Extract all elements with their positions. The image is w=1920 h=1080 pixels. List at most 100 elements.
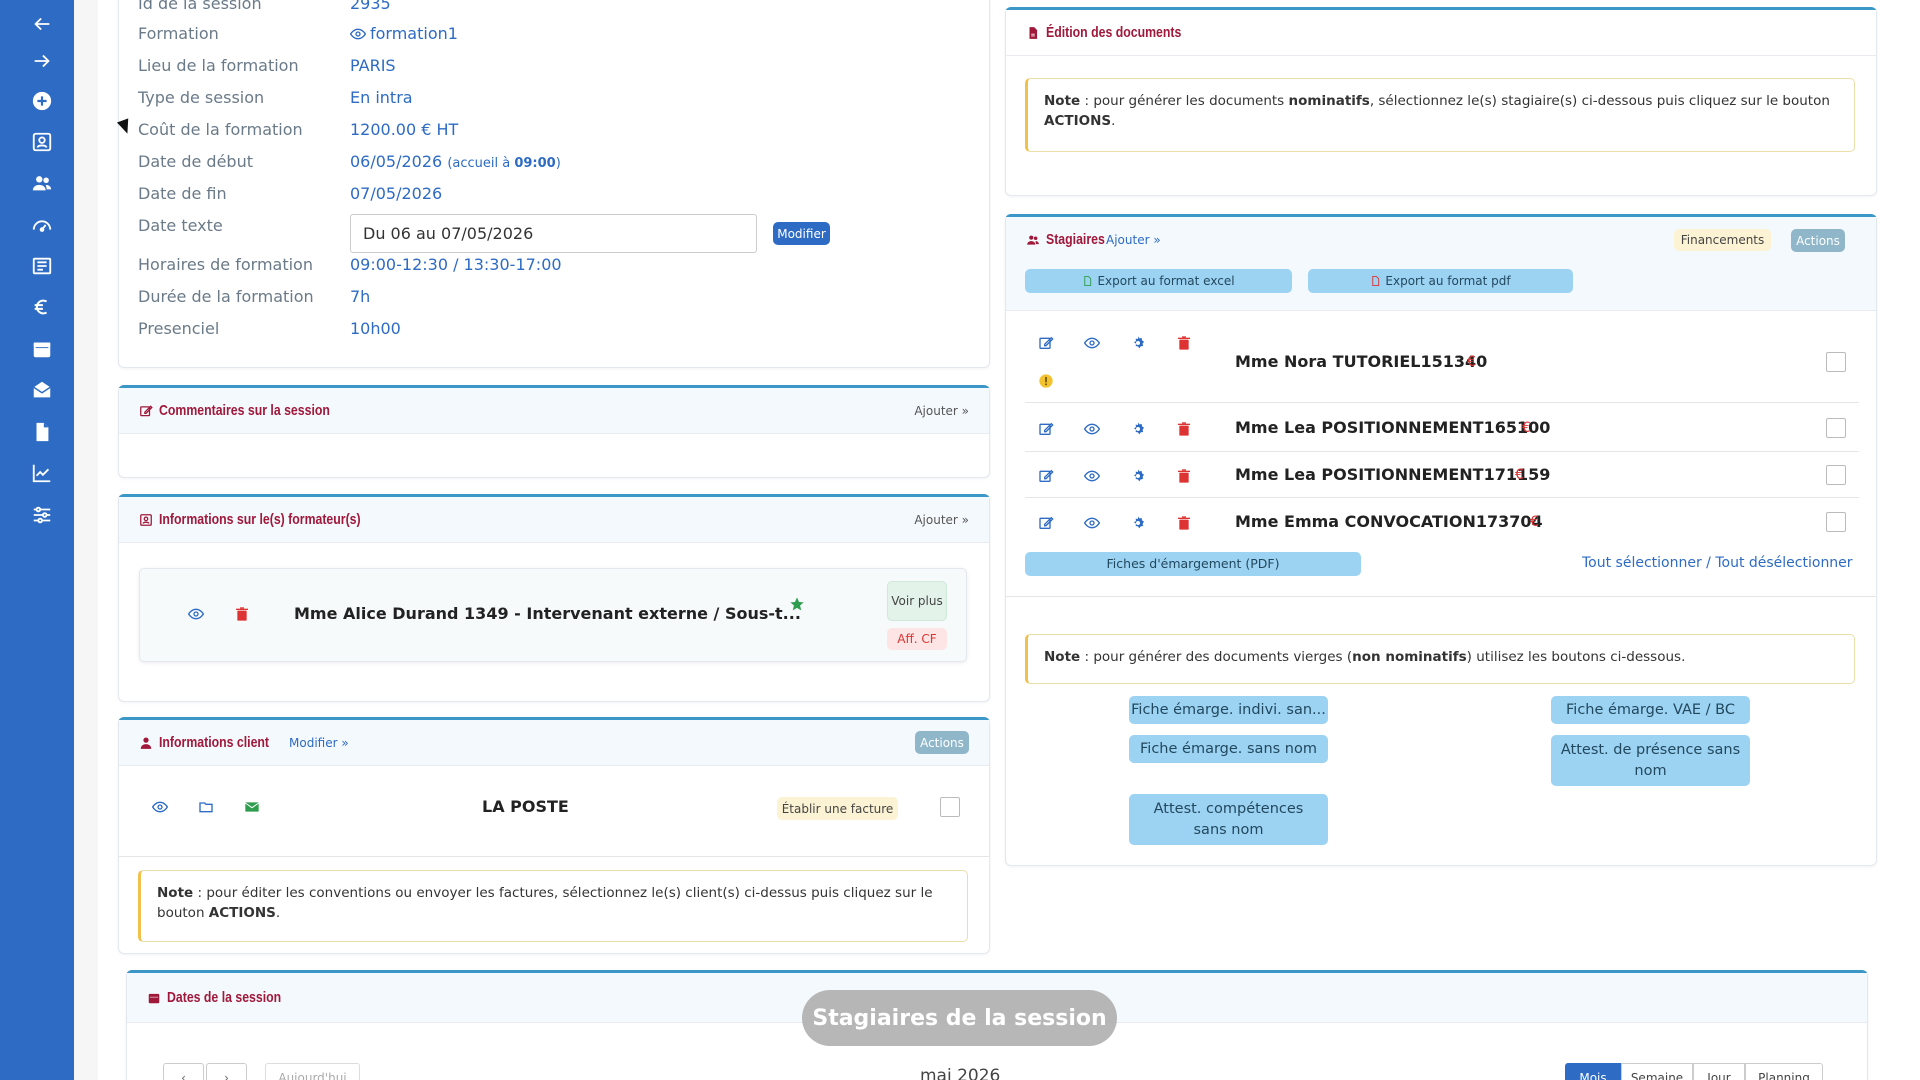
- date-text-input[interactable]: Du 06 au 07/05/2026: [350, 214, 757, 253]
- aff-cf-button[interactable]: Aff. CF: [887, 628, 947, 650]
- prev-month-button[interactable]: ‹: [163, 1063, 204, 1080]
- session-type-value: En intra: [350, 88, 413, 107]
- settings-gear-icon[interactable]: [1129, 514, 1147, 532]
- documents-title: Édition des documents: [1046, 24, 1182, 41]
- settings-gear-icon[interactable]: [1129, 467, 1147, 485]
- trainee-currency: €: [1530, 514, 1539, 530]
- export-excel-button[interactable]: Export au format excel: [1025, 269, 1292, 293]
- documents-note-t1: : pour générer les documents: [1080, 93, 1289, 109]
- dashboard-icon[interactable]: [27, 210, 57, 240]
- next-month-button[interactable]: ›: [206, 1063, 247, 1080]
- envelope-icon[interactable]: [243, 798, 261, 816]
- arrow-left-icon[interactable]: [27, 9, 57, 39]
- calendar-month-label: mai 2026: [920, 1066, 1001, 1080]
- blank-vae-sheet-button[interactable]: Fiche émarge. VAE / BC: [1551, 696, 1750, 724]
- view-trainee-eye-icon[interactable]: [1083, 334, 1101, 352]
- delete-trainee-trash-icon[interactable]: [1175, 334, 1193, 352]
- client-checkbox[interactable]: [940, 797, 960, 817]
- trainee-name: Mme Emma CONVOCATION173704: [1235, 512, 1543, 531]
- chevron-right-icon: ›: [224, 1071, 229, 1080]
- modify-date-text-button[interactable]: Modifier: [773, 222, 830, 245]
- edit-trainee-icon[interactable]: [1037, 514, 1055, 532]
- row-divider: [1025, 497, 1859, 498]
- view-trainer-eye-icon[interactable]: [187, 605, 205, 623]
- client-actions-button[interactable]: Actions: [915, 731, 969, 754]
- dates-title: Dates de la session: [167, 989, 282, 1006]
- attendance-sheets-button[interactable]: Fiches d'émargement (PDF): [1025, 552, 1361, 576]
- comments-panel: Commentaires sur la session Ajouter »: [118, 385, 990, 478]
- today-button[interactable]: Aujourd'hui: [265, 1063, 360, 1080]
- file-icon[interactable]: [27, 417, 57, 447]
- sliders-icon[interactable]: [27, 500, 57, 530]
- trainee-checkbox[interactable]: [1826, 465, 1846, 485]
- excel-file-icon: [1082, 275, 1093, 287]
- star-icon[interactable]: [786, 593, 808, 615]
- blank-skills-attest-button[interactable]: Attest. compétences sans nom: [1129, 794, 1328, 845]
- delete-trainee-trash-icon[interactable]: [1175, 467, 1193, 485]
- chart-line-icon[interactable]: [27, 458, 57, 488]
- trainee-checkbox[interactable]: [1826, 512, 1846, 532]
- blank-sheet-no-name-button[interactable]: Fiche émarge. sans nom: [1129, 735, 1328, 763]
- trainees-actions-button[interactable]: Actions: [1791, 229, 1845, 252]
- contact-card-icon[interactable]: [27, 127, 57, 157]
- view-month-button[interactable]: Mois: [1565, 1063, 1621, 1080]
- blank-individual-sheet-button[interactable]: Fiche émarge. indivi. san...: [1129, 696, 1328, 724]
- settings-gear-icon[interactable]: [1129, 334, 1147, 352]
- end-date-value: 07/05/2026: [350, 184, 443, 203]
- see-more-button[interactable]: Voir plus: [887, 581, 947, 621]
- formation-link[interactable]: formation1: [350, 24, 458, 43]
- location-value: PARIS: [350, 56, 396, 75]
- trainee-currency: €: [1515, 467, 1524, 483]
- chevron-left-icon: ‹: [181, 1071, 186, 1080]
- edit-trainee-icon[interactable]: [1037, 420, 1055, 438]
- folder-icon[interactable]: [197, 798, 215, 816]
- view-trainee-eye-icon[interactable]: [1083, 420, 1101, 438]
- end-date-label: Date de fin: [138, 184, 227, 203]
- users-icon[interactable]: [27, 168, 57, 198]
- view-day-button[interactable]: Jour: [1693, 1063, 1745, 1080]
- blank-docs-note-b1: non nominatifs: [1352, 649, 1467, 665]
- settings-gear-icon[interactable]: [1129, 420, 1147, 438]
- trainees-title: Stagiaires: [1046, 231, 1105, 248]
- delete-trainee-trash-icon[interactable]: [1175, 420, 1193, 438]
- documents-note-t2: , sélectionnez le(s) stagiaire(s) ci-des…: [1369, 93, 1830, 109]
- view-trainee-eye-icon[interactable]: [1083, 467, 1101, 485]
- edit-icon: [139, 404, 153, 418]
- select-all-link[interactable]: Tout sélectionner / Tout désélectionner: [1582, 555, 1853, 571]
- trainers-header: Informations sur le(s) formateur(s) Ajou…: [119, 497, 989, 543]
- delete-trainer-trash-icon[interactable]: [233, 605, 251, 623]
- trainee-checkbox[interactable]: [1826, 418, 1846, 438]
- edit-trainee-icon[interactable]: [1037, 467, 1055, 485]
- client-note: Note : pour éditer les conventions ou en…: [138, 870, 968, 942]
- eye-icon: [350, 26, 366, 42]
- trainee-name: Mme Lea POSITIONNEMENT171159: [1235, 465, 1551, 484]
- add-comment-link[interactable]: Ajouter »: [914, 404, 969, 418]
- view-planning-button[interactable]: Planning: [1745, 1063, 1823, 1080]
- view-client-eye-icon[interactable]: [151, 798, 169, 816]
- create-invoice-button[interactable]: Établir une facture: [777, 797, 898, 820]
- catalog-icon[interactable]: [27, 251, 57, 281]
- blank-presence-attest-button[interactable]: Attest. de présence sans nom: [1551, 735, 1750, 786]
- delete-trainee-trash-icon[interactable]: [1175, 514, 1193, 532]
- add-trainee-link[interactable]: Ajouter »: [1106, 233, 1161, 247]
- export-pdf-button[interactable]: Export au format pdf: [1308, 269, 1573, 293]
- documents-note: Note : pour générer les documents nomina…: [1025, 78, 1855, 152]
- welcome-time: 09:00: [514, 156, 556, 171]
- client-title: Informations client: [159, 734, 270, 751]
- modify-client-link[interactable]: Modifier »: [289, 736, 349, 750]
- trainee-checkbox[interactable]: [1826, 352, 1846, 372]
- financements-button[interactable]: Financements: [1674, 229, 1771, 251]
- export-pdf-label: Export au format pdf: [1385, 273, 1511, 288]
- euro-icon[interactable]: [27, 292, 57, 322]
- add-trainer-link[interactable]: Ajouter »: [914, 513, 969, 527]
- formation-value: formation1: [370, 24, 458, 43]
- edit-trainee-icon[interactable]: [1037, 334, 1055, 352]
- calendar-icon[interactable]: [27, 334, 57, 364]
- arrow-right-icon[interactable]: [27, 46, 57, 76]
- view-week-button[interactable]: Semaine: [1621, 1063, 1693, 1080]
- view-trainee-eye-icon[interactable]: [1083, 514, 1101, 532]
- plus-circle-icon[interactable]: [27, 86, 57, 116]
- client-note-label: Note: [157, 885, 194, 901]
- mail-icon[interactable]: [27, 375, 57, 405]
- blank-docs-note: Note : pour générer des documents vierge…: [1025, 634, 1855, 684]
